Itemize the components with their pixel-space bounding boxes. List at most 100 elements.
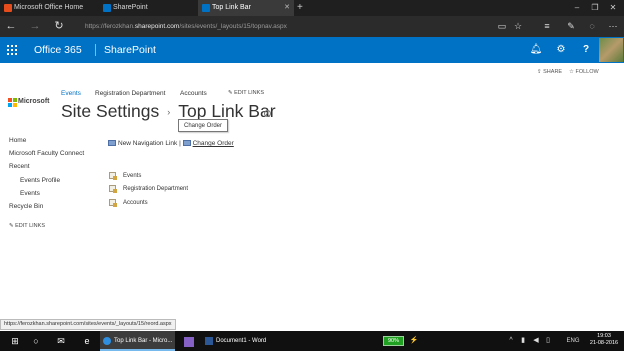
settings-gear-icon[interactable]: ⚙: [549, 37, 573, 63]
url-domain: sharepoint.com: [134, 23, 180, 30]
office365-suite-bar: Office 365 SharePoint 🔔︎ ⚙ ?: [0, 37, 624, 63]
list-item[interactable]: Events: [109, 172, 141, 181]
minimize-icon[interactable]: –: [568, 0, 586, 16]
tab-label: Microsoft Office Home: [14, 4, 84, 11]
topnav-registration-department[interactable]: Registration Department: [95, 89, 165, 98]
change-order-tooltip: Change Order: [178, 119, 229, 132]
user-avatar[interactable]: [599, 38, 623, 62]
show-hidden-icons-icon[interactable]: ^: [505, 331, 517, 351]
sharepoint-favicon-icon: [103, 4, 111, 12]
windows-taskbar: ⊞ ○ ✉ e Top Link Bar - Micro... Document…: [0, 331, 624, 351]
pencil-icon: ✎: [228, 90, 233, 96]
share-browser-icon[interactable]: ◌: [585, 19, 599, 34]
new-tab-button[interactable]: +: [297, 0, 303, 16]
edit-links-label: EDIT LINKS: [234, 90, 264, 96]
change-order-label: Change Order: [192, 140, 234, 147]
edit-link-icon[interactable]: [109, 172, 117, 180]
visual-studio-icon[interactable]: [178, 331, 200, 351]
battery-indicator[interactable]: 90%: [383, 336, 404, 346]
screen: Microsoft Office Home SharePoint Top Lin…: [0, 0, 624, 351]
volume-icon[interactable]: ◀: [530, 331, 542, 351]
reading-view-icon[interactable]: ▭: [495, 19, 509, 34]
breadcrumb-site-settings[interactable]: Site Settings: [61, 101, 159, 121]
edit-link-icon[interactable]: [109, 185, 117, 193]
edge-browser-icon[interactable]: e: [76, 331, 98, 351]
browser-tab-office-home[interactable]: Microsoft Office Home: [0, 0, 96, 16]
leftnav-microsoft-faculty-connect[interactable]: Microsoft Faculty Connect: [9, 149, 84, 158]
web-note-icon[interactable]: ✎: [564, 19, 578, 34]
share-button[interactable]: ⇪ SHARE: [537, 68, 562, 76]
page-title-area: Site Settings › Top Link Bar: [61, 100, 276, 123]
office365-title[interactable]: Office 365: [34, 37, 82, 63]
tab-label: Top Link Bar: [212, 4, 251, 11]
share-label: SHARE: [543, 69, 563, 75]
link-label: Events: [123, 173, 142, 180]
share-icon: ⇪: [537, 69, 542, 75]
restore-icon[interactable]: ❐: [586, 0, 604, 16]
topnav-events[interactable]: Events: [61, 89, 81, 98]
favorite-star-icon[interactable]: ☆: [511, 19, 525, 34]
toolbar-separator: |: [179, 140, 181, 147]
topnav-edit-links[interactable]: ✎ EDIT LINKS: [228, 89, 264, 98]
change-order-button[interactable]: Change Order: [182, 140, 234, 147]
help-icon[interactable]: ?: [574, 37, 598, 63]
leftnav-events[interactable]: Events: [20, 189, 40, 198]
more-icon[interactable]: ⋯: [606, 19, 620, 34]
browser-tab-sharepoint[interactable]: SharePoint: [99, 0, 195, 16]
taskbar-app-label: Top Link Bar - Micro...: [114, 338, 173, 344]
notifications-tray-icon[interactable]: ▯: [542, 331, 554, 351]
browser-tab-bar: Microsoft Office Home SharePoint Top Lin…: [0, 0, 624, 16]
follow-star-icon: ☆: [569, 69, 574, 75]
url-field[interactable]: https://ferozkhan.sharepoint.com/sites/e…: [85, 19, 287, 34]
sharepoint-favicon-icon: [202, 4, 210, 12]
search-icon[interactable]: ○: [25, 331, 47, 351]
leftnav-home[interactable]: Home: [9, 136, 26, 145]
new-link-icon: [108, 140, 116, 147]
taskbar-app-edge[interactable]: Top Link Bar - Micro...: [100, 331, 175, 351]
power-icon[interactable]: ⚡: [408, 331, 420, 351]
leftnav-events-profile[interactable]: Events Profile: [20, 176, 60, 185]
info-icon[interactable]: i: [264, 110, 271, 117]
language-indicator[interactable]: ENG: [564, 331, 582, 351]
new-navigation-link-button[interactable]: New Navigation Link: [108, 140, 177, 147]
word-icon: [205, 337, 213, 345]
close-tab-icon[interactable]: ✕: [284, 0, 290, 16]
url-suffix: /sites/events/_layouts/15/topnav.aspx: [179, 23, 287, 30]
leftnav-recycle-bin[interactable]: Recycle Bin: [9, 202, 43, 211]
link-label: Accounts: [123, 200, 148, 207]
sharepoint-app-title[interactable]: SharePoint: [104, 37, 156, 63]
list-item[interactable]: Accounts: [109, 199, 148, 208]
app-launcher-icon[interactable]: [0, 37, 24, 63]
mail-icon[interactable]: ✉: [50, 331, 72, 351]
leftnav-recent[interactable]: Recent: [9, 162, 30, 171]
navigation-toolbar: New Navigation Link | Change Order: [108, 139, 234, 148]
topnav-accounts[interactable]: Accounts: [180, 89, 207, 98]
forward-icon[interactable]: →: [27, 19, 43, 34]
browser-address-bar: ← → ↻ https://ferozkhan.sharepoint.com/s…: [0, 16, 624, 37]
change-order-icon: [182, 140, 191, 147]
list-item[interactable]: Registration Department: [109, 185, 188, 194]
refresh-icon[interactable]: ↻: [51, 19, 67, 34]
hub-icon[interactable]: ≡: [540, 19, 554, 34]
back-icon[interactable]: ←: [3, 19, 19, 34]
network-icon[interactable]: ▮: [517, 331, 529, 351]
taskbar-app-label: Document1 - Word: [216, 338, 267, 344]
tab-label: SharePoint: [113, 4, 148, 11]
url-prefix: https://ferozkhan.: [85, 23, 135, 30]
edge-icon: [103, 337, 111, 345]
edit-links-label: EDIT LINKS: [15, 223, 45, 229]
taskbar-clock[interactable]: 19:03 21-08-2016: [588, 333, 620, 347]
site-logo[interactable]: Microsoft: [8, 97, 56, 109]
page-title: Top Link Bar: [178, 101, 276, 121]
taskbar-app-word[interactable]: Document1 - Word: [202, 331, 280, 351]
browser-tab-top-link-bar[interactable]: Top Link Bar ✕: [198, 0, 294, 16]
follow-button[interactable]: ☆ FOLLOW: [569, 68, 599, 76]
leftnav-edit-links[interactable]: ✎ EDIT LINKS: [9, 222, 45, 231]
edit-link-icon[interactable]: [109, 199, 117, 207]
office-favicon-icon: [4, 4, 12, 12]
suite-divider: [95, 44, 96, 56]
close-window-icon[interactable]: ✕: [604, 0, 622, 16]
windows-start-icon[interactable]: ⊞: [4, 331, 26, 351]
notifications-bell-icon[interactable]: 🔔︎: [524, 37, 548, 63]
logo-text: Microsoft: [18, 98, 50, 105]
